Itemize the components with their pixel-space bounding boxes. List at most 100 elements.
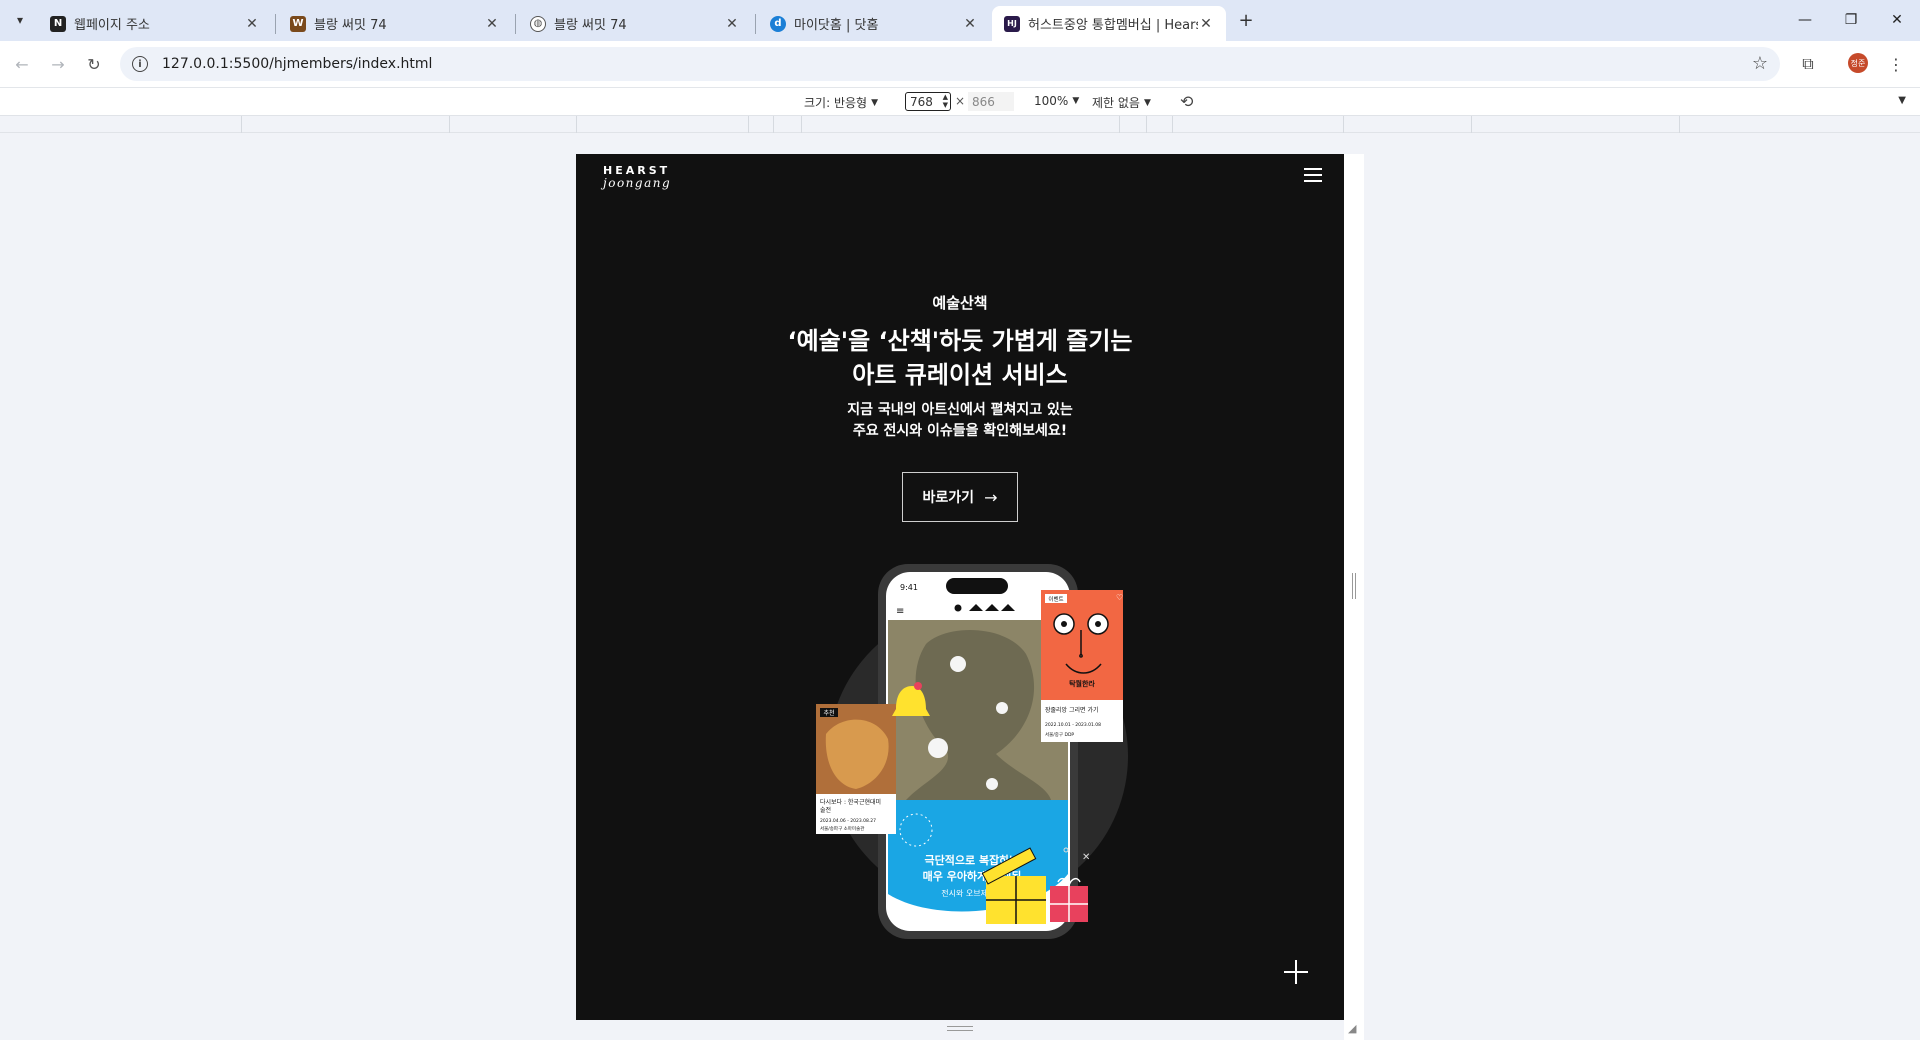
- height-value: 866: [972, 94, 995, 109]
- notion-icon: N: [50, 15, 66, 32]
- reload-button[interactable]: ↻: [80, 50, 108, 78]
- phone-time: 9:41: [900, 583, 918, 592]
- desc-line-1: 지금 국내의 아트신에서 펼쳐지고 있는: [847, 402, 1073, 418]
- go-button-label: 바로가기: [922, 490, 975, 506]
- spinner-icon[interactable]: ▲ ▼: [943, 93, 948, 109]
- close-icon[interactable]: ✕: [484, 16, 500, 32]
- sparkle-icon: ✕: [1082, 852, 1090, 863]
- forward-button[interactable]: →: [44, 50, 72, 78]
- media-query-ruler: [0, 115, 1920, 133]
- extensions-icon[interactable]: ⧉: [1796, 52, 1820, 76]
- right-card-title: 장줄리앙 그리면 가기: [1045, 706, 1099, 714]
- tab-title: 블랑 써밋 74: [554, 18, 627, 33]
- hamburger-menu-icon[interactable]: [1304, 168, 1322, 182]
- site-info-icon[interactable]: i: [132, 56, 148, 72]
- minimize-button[interactable]: —: [1790, 8, 1820, 32]
- ruler-tick[interactable]: [1119, 116, 1120, 133]
- dimension-separator: ×: [955, 94, 966, 108]
- restore-button[interactable]: ❐: [1836, 8, 1866, 32]
- ruler-tick[interactable]: [1343, 116, 1344, 133]
- zoom-select[interactable]: 100% ▼: [1034, 94, 1079, 108]
- headline-line-2: 아트 큐레이션 서비스: [852, 361, 1068, 389]
- throttle-select[interactable]: 제한 없음 ▼: [1092, 94, 1151, 111]
- caret-down-icon: ▼: [1072, 96, 1080, 106]
- new-tab-button[interactable]: +: [1234, 8, 1258, 32]
- zoom-label: 100%: [1034, 94, 1069, 108]
- ruler-tick[interactable]: [1471, 116, 1472, 133]
- go-button[interactable]: 바로가기 →: [902, 472, 1018, 522]
- close-icon[interactable]: ✕: [962, 16, 978, 32]
- logo-bottom-text: joongang: [603, 176, 672, 190]
- poster-text: 탁월한라: [1069, 679, 1095, 688]
- bell-dot: [914, 682, 922, 690]
- paint-dot: [996, 702, 1008, 714]
- close-icon[interactable]: ✕: [724, 16, 740, 32]
- arrow-right-icon: →: [984, 487, 998, 507]
- resize-handle-right[interactable]: [1352, 573, 1356, 599]
- dynamic-island: [946, 578, 1008, 594]
- headline-line-1: ‘예술'을 ‘산책'하듯 가볍게 즐기는: [787, 327, 1133, 355]
- left-card-badge: 추천: [823, 709, 834, 717]
- window-close-button[interactable]: ✕: [1882, 8, 1912, 32]
- tab-1[interactable]: N 웹페이지 주소 ✕: [38, 6, 272, 41]
- url-text: 127.0.0.1:5500/hjmembers/index.html: [162, 56, 433, 72]
- phone-menu-icon: ≡: [896, 606, 904, 617]
- right-card-place: 서울/중구 DDP: [1045, 731, 1074, 738]
- left-card-date: 2023.04.06 - 2023.08.27: [820, 818, 876, 824]
- throttle-label: 제한 없음: [1092, 96, 1140, 110]
- globe-icon: ◍: [530, 15, 546, 32]
- hearst-joongang-logo[interactable]: HEARST joongang: [603, 165, 671, 189]
- hero-headline: ‘예술'을 ‘산책'하듯 가볍게 즐기는 아트 큐레이션 서비스: [576, 324, 1344, 392]
- tab-3[interactable]: ◍ 블랑 써밋 74 ✕: [518, 6, 752, 41]
- tab-title: 마이닷홈 | 닷홈: [794, 18, 879, 33]
- tab-title: 웹페이지 주소: [74, 18, 150, 33]
- address-bar[interactable]: i 127.0.0.1:5500/hjmembers/index.html ☆: [120, 47, 1780, 81]
- menu-kebab-icon[interactable]: ⋮: [1884, 52, 1908, 76]
- left-card-title-1: 다시보다 : 한국근현대미: [820, 798, 881, 806]
- right-card-date: 2022.10.01 - 2023.01.08: [1045, 722, 1101, 728]
- width-input[interactable]: 768 ▲ ▼: [905, 92, 951, 111]
- device-size-select[interactable]: 크기: 반응형 ▼: [804, 94, 878, 111]
- paint-dot: [950, 656, 966, 672]
- tab-2[interactable]: W 블랑 써밋 74 ✕: [278, 6, 512, 41]
- tab-search-button[interactable]: ▾: [8, 8, 32, 32]
- paint-dot: [928, 738, 948, 758]
- close-icon[interactable]: ✕: [244, 16, 260, 32]
- ruler-tick[interactable]: [773, 116, 774, 133]
- section-eyebrow: 예술산책: [932, 294, 988, 312]
- ruler-tick[interactable]: [1146, 116, 1147, 133]
- phone-illustration: 9:41 ≡ 극단적으로 복잡하나 매우 우아하게 설계된 전시와 오브제에서 …: [816, 564, 1128, 939]
- plus-button[interactable]: [1284, 960, 1308, 984]
- resize-handle-bottom[interactable]: [947, 1026, 973, 1031]
- device-size-label: 크기: 반응형: [804, 96, 868, 110]
- bookmark-star-icon[interactable]: ☆: [1752, 53, 1768, 74]
- height-input[interactable]: 866: [968, 92, 1014, 111]
- rotate-icon[interactable]: ⟲: [1180, 92, 1193, 111]
- hj-icon: HJ: [1004, 15, 1020, 32]
- tab-title: 블랑 써밋 74: [314, 18, 387, 33]
- ruler-tick[interactable]: [801, 116, 802, 133]
- desc-line-2: 주요 전시와 이슈들을 확인해보세요!: [852, 423, 1068, 439]
- ruler-tick[interactable]: [241, 116, 242, 133]
- right-card-badge: 이벤트: [1048, 595, 1063, 603]
- ruler-tick[interactable]: [576, 116, 577, 133]
- tab-5-active[interactable]: HJ 허스트중앙 통합멤버십 | Hears ✕: [992, 6, 1226, 41]
- hero-description: 지금 국내의 아트신에서 펼쳐지고 있는 주요 전시와 이슈들을 확인해보세요!: [576, 400, 1344, 442]
- more-options-icon[interactable]: ▼: [1898, 95, 1906, 106]
- width-value: 768: [910, 94, 933, 109]
- dothome-icon: d: [770, 15, 786, 32]
- site-icon: W: [290, 15, 306, 32]
- tab-strip: ▾ N 웹페이지 주소 ✕ W 블랑 써밋 74 ✕ ◍ 블랑 써밋 74 ✕ …: [0, 0, 1920, 41]
- ruler-tick[interactable]: [449, 116, 450, 133]
- caret-down-icon: ▼: [1143, 97, 1151, 108]
- logo-top-text: HEARST: [603, 164, 671, 177]
- back-button[interactable]: ←: [8, 50, 36, 78]
- close-icon[interactable]: ✕: [1198, 16, 1214, 32]
- ruler-tick[interactable]: [748, 116, 749, 133]
- resize-corner-icon[interactable]: ◢: [1348, 1022, 1356, 1035]
- ruler-tick[interactable]: [1679, 116, 1680, 133]
- tab-4[interactable]: d 마이닷홈 | 닷홈 ✕: [758, 6, 990, 41]
- profile-avatar[interactable]: 정준: [1848, 53, 1868, 73]
- page-viewport: HEARST joongang 예술산책 ‘예술'을 ‘산책'하듯 가볍게 즐기…: [576, 154, 1344, 1020]
- ruler-tick[interactable]: [1172, 116, 1173, 133]
